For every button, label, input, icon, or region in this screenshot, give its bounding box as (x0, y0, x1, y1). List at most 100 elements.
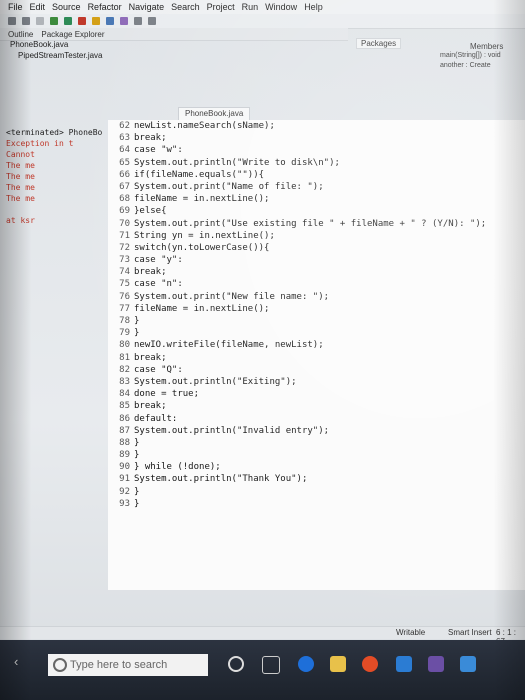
code-line[interactable]: 66 if(fileName.equals("")){ (108, 169, 525, 181)
code-line[interactable]: 65 System.out.println("Write to disk\n"); (108, 157, 525, 169)
taskbar-search[interactable]: Type here to search (48, 654, 208, 676)
code-line[interactable]: 75 case "n": (108, 278, 525, 290)
code-text: case "n": (134, 279, 183, 290)
code-line[interactable]: 71 String yn = in.nextLine(); (108, 230, 525, 242)
cortana-icon[interactable] (228, 656, 244, 672)
code-line[interactable]: 90 } while (!done); (108, 461, 525, 473)
edge-icon[interactable] (298, 656, 314, 672)
menu-search[interactable]: Search (171, 2, 200, 12)
code-line[interactable]: 93} (108, 498, 525, 510)
tree-item-phonebook[interactable]: PhoneBook.java (0, 40, 210, 51)
chrome-icon[interactable] (362, 656, 378, 672)
line-number: 82 (119, 364, 130, 375)
code-text: newList.nameSearch(sName); (134, 121, 275, 131)
code-line[interactable]: 69}else{ (108, 205, 525, 217)
tab-outline[interactable]: Outline (8, 30, 33, 39)
member-item[interactable]: another : Create (440, 62, 525, 72)
line-number: 90 (119, 462, 130, 473)
new-class-icon[interactable] (92, 17, 100, 25)
search-placeholder: Type here to search (70, 659, 168, 671)
code-line[interactable]: 85 break; (108, 400, 525, 412)
line-number: 78 (119, 316, 130, 326)
line-number: 73 (119, 255, 130, 266)
menu-run[interactable]: Run (242, 2, 259, 12)
code-line[interactable]: 76 System.out.print("New file name: "); (108, 291, 525, 303)
new-icon[interactable] (8, 17, 16, 25)
code-text: } (134, 498, 140, 509)
code-line[interactable]: 68 fileName = in.nextLine(); (108, 193, 525, 205)
code-line[interactable]: 88} (108, 437, 525, 449)
code-line[interactable]: 67 System.out.print("Name of file: "); (108, 181, 525, 193)
code-line[interactable]: 77 fileName = in.nextLine(); (108, 303, 525, 315)
code-line[interactable]: 73 case "y": (108, 254, 525, 266)
back-icon[interactable] (134, 17, 142, 25)
eclipse-icon[interactable] (428, 656, 444, 672)
code-line[interactable]: 83 System.out.println("Exiting"); (108, 376, 525, 388)
search-icon (53, 658, 67, 672)
chevron-left-icon[interactable]: ‹ (14, 654, 18, 669)
code-text: } (134, 486, 140, 497)
code-text: } (134, 437, 140, 448)
code-line[interactable]: 84 done = true; (108, 388, 525, 400)
code-text: fileName = in.nextLine(); (134, 194, 270, 205)
line-number: 87 (119, 425, 130, 436)
console-line: <terminated> PhoneBo (6, 128, 103, 137)
console-line: The me (6, 183, 35, 192)
debug-icon[interactable] (50, 17, 58, 25)
forward-icon[interactable] (148, 17, 156, 25)
code-line[interactable]: 92} (108, 486, 525, 498)
code-line[interactable]: 81 break; (108, 352, 525, 364)
line-number: 83 (119, 376, 130, 387)
menu-refactor[interactable]: Refactor (88, 2, 122, 12)
code-line[interactable]: 87 System.out.println("Invalid entry"); (108, 425, 525, 437)
menu-source[interactable]: Source (52, 2, 81, 12)
tab-package-explorer[interactable]: Package Explorer (41, 30, 104, 39)
task-view-icon[interactable] (262, 656, 280, 674)
line-number: 81 (119, 352, 130, 363)
code-line[interactable]: 74 break; (108, 266, 525, 278)
menu-window[interactable]: Window (265, 2, 297, 12)
file-explorer-icon[interactable] (330, 656, 346, 672)
code-line[interactable]: 86 default: (108, 413, 525, 425)
line-number: 64 (119, 145, 130, 156)
code-text: System.out.println("Exiting"); (134, 376, 297, 387)
code-line[interactable]: 78} (108, 315, 525, 327)
line-number: 79 (119, 328, 130, 339)
member-item[interactable]: main(String[]) : void (440, 52, 525, 62)
print-icon[interactable] (36, 17, 44, 25)
menu-help[interactable]: Help (304, 2, 323, 12)
save-icon[interactable] (22, 17, 30, 25)
word-icon[interactable] (396, 656, 412, 672)
store-icon[interactable] (460, 656, 476, 672)
members-panel: main(String[]) : void another : Create (440, 52, 525, 72)
tree-item-pipedstream[interactable]: PipedStreamTester.java (0, 51, 210, 62)
search-tool-icon[interactable] (120, 17, 128, 25)
menu-file[interactable]: File (8, 2, 23, 12)
code-line[interactable]: 64 case "w": (108, 144, 525, 156)
code-line[interactable]: 89} (108, 449, 525, 461)
code-text: System.out.println("Write to disk\n"); (134, 157, 340, 168)
code-text: }else{ (134, 206, 167, 217)
code-line[interactable]: 80 newIO.writeFile(fileName, newList); (108, 339, 525, 351)
menu-edit[interactable]: Edit (30, 2, 46, 12)
code-editor[interactable]: 62 newList.nameSearch(sName); 63 break; 64 ca… (108, 120, 525, 590)
code-line[interactable]: 63 break; (108, 132, 525, 144)
stop-icon[interactable] (78, 17, 86, 25)
code-line[interactable]: 62 newList.nameSearch(sName); (108, 120, 525, 132)
code-text: } while (!done); (134, 462, 221, 473)
code-line[interactable]: 72 switch(yn.toLowerCase()){ (108, 242, 525, 254)
members-title[interactable]: Members (470, 42, 503, 51)
code-line[interactable]: 70 System.out.print("Use existing file " … (108, 218, 525, 230)
code-text: System.out.print("Name of file: "); (134, 181, 324, 192)
code-line[interactable]: 79} (108, 327, 525, 339)
run-icon[interactable] (64, 17, 72, 25)
code-line[interactable]: 91 System.out.println("Thank You"); (108, 473, 525, 485)
menu-navigate[interactable]: Navigate (129, 2, 165, 12)
code-line[interactable]: 82 case "Q": (108, 364, 525, 376)
code-text: case "y": (134, 255, 183, 266)
tab-packages[interactable]: Packages (356, 38, 402, 49)
editor-tab-phonebook[interactable]: PhoneBook.java (178, 107, 251, 121)
menu-project[interactable]: Project (207, 2, 235, 12)
open-type-icon[interactable] (106, 17, 114, 25)
